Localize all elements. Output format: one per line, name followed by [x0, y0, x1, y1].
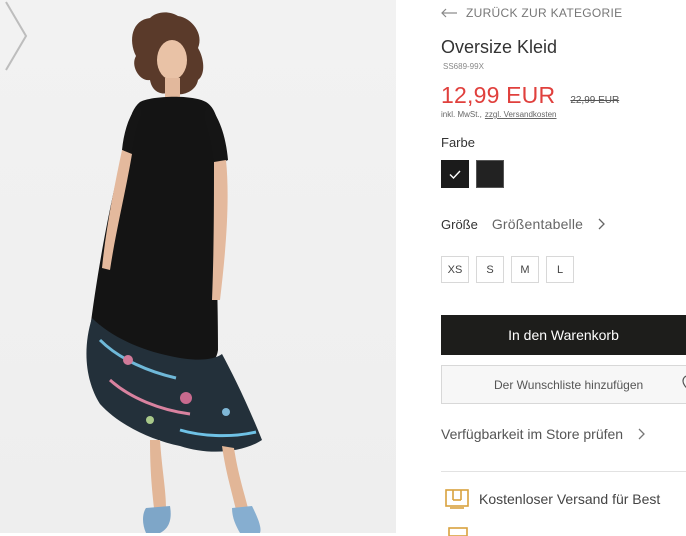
product-title: Oversize Kleid	[441, 37, 558, 57]
store-availability-label: Verfügbarkeit im Store prüfen	[441, 426, 624, 442]
size-header: Größe Größentabelle	[441, 216, 606, 232]
shipping-costs-link[interactable]: zzgl. Versandkosten	[485, 110, 557, 119]
add-to-cart-button[interactable]: In den Warenkorb	[441, 315, 686, 355]
product-details: ZURÜCK ZUR KATEGORIE Oversize Kleid SS68…	[441, 0, 686, 536]
chevron-right-icon	[638, 428, 646, 440]
back-label: ZURÜCK ZUR KATEGORIE	[466, 6, 623, 20]
product-image[interactable]	[0, 0, 396, 533]
back-to-category-link[interactable]: ZURÜCK ZUR KATEGORIE	[441, 5, 622, 21]
tax-text: inkl. MwSt.,	[441, 110, 482, 119]
box-icon	[445, 489, 469, 509]
size-chart-link[interactable]: Größentabelle	[492, 216, 583, 232]
original-price: 22,99 EUR	[570, 95, 620, 106]
store-availability-link[interactable]: Verfügbarkeit im Store prüfen	[441, 426, 646, 442]
size-option-l[interactable]: L	[546, 256, 574, 283]
checkmark-icon	[449, 170, 461, 179]
arrow-left-icon	[441, 8, 457, 18]
divider	[441, 471, 686, 472]
free-shipping-info: Kostenloser Versand für Best	[444, 488, 660, 510]
color-swatch-selected[interactable]	[441, 160, 469, 188]
tax-info: inkl. MwSt., zzgl. Versandkosten	[441, 110, 557, 119]
add-to-wishlist-button[interactable]: Der Wunschliste hinzufügen	[441, 365, 686, 404]
chevron-right-icon[interactable]	[598, 218, 606, 230]
size-option-xs[interactable]: XS	[441, 256, 469, 283]
chevron-right-icon[interactable]	[0, 0, 32, 72]
return-icon	[448, 527, 468, 536]
product-sku: SS689-99X	[443, 62, 484, 71]
wishlist-label: Der Wunschliste hinzufügen	[494, 377, 644, 392]
color-label: Farbe	[441, 135, 475, 150]
model-illustration	[86, 12, 263, 533]
sale-price: 12,99 EUR	[441, 82, 556, 108]
price-row: 12,99 EUR 22,99 EUR	[441, 82, 619, 109]
size-label: Größe	[441, 216, 478, 232]
free-shipping-text: Kostenloser Versand für Best	[479, 491, 661, 507]
color-swatch[interactable]	[476, 160, 504, 188]
size-option-s[interactable]: S	[476, 256, 504, 283]
heart-icon	[682, 375, 686, 389]
size-option-m[interactable]: M	[511, 256, 539, 283]
